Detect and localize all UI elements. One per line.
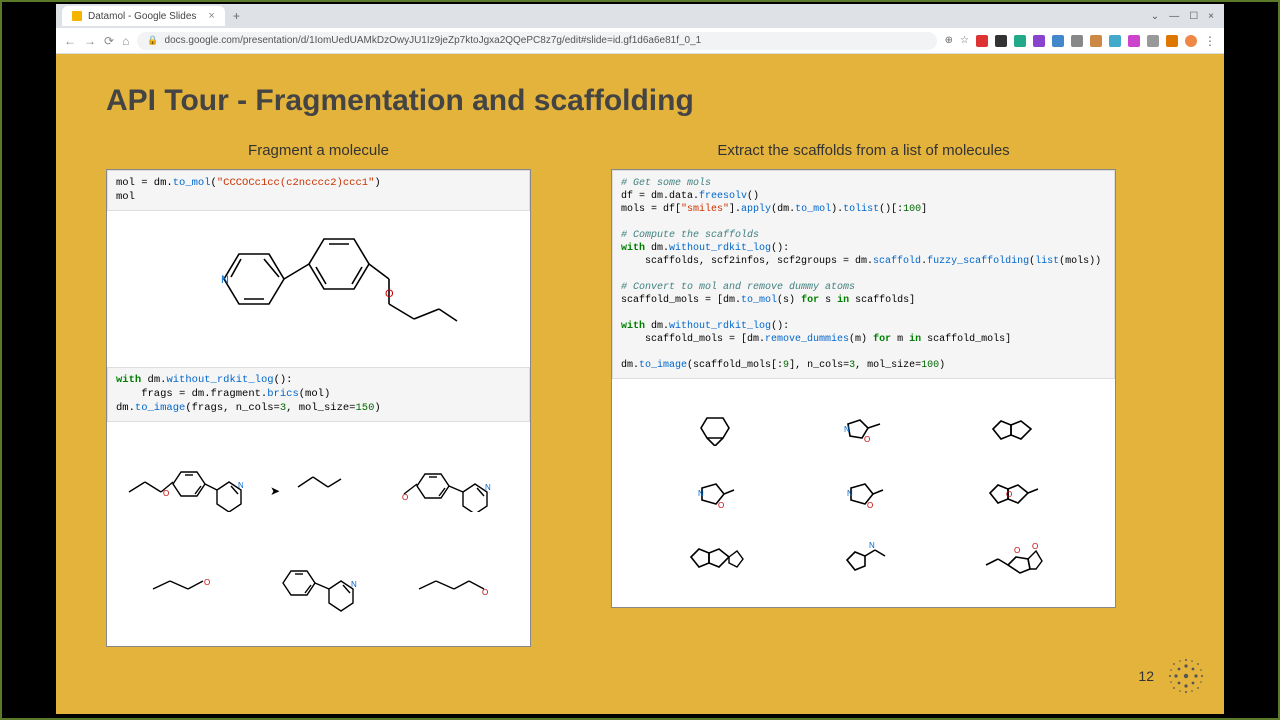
star-icon[interactable]: ☆ xyxy=(960,35,969,46)
browser-tab[interactable]: Datamol - Google Slides × xyxy=(62,6,225,26)
datamol-logo xyxy=(1166,656,1206,696)
ext-icon-3[interactable] xyxy=(1014,35,1026,47)
svg-text:N: N xyxy=(221,274,229,286)
svg-text:N: N xyxy=(869,541,875,550)
ext-icon-10[interactable] xyxy=(1147,35,1159,47)
scaffold-8: N xyxy=(791,527,936,587)
left-panel: mol = dm.to_mol("CCCOCc1cc(c2ncccc2)ccc1… xyxy=(106,169,531,647)
tab-bar: Datamol - Google Slides × + ⌄ — ☐ × xyxy=(56,4,1224,28)
menu-icon[interactable]: ⋮ xyxy=(1204,34,1216,48)
scaffold-5: NO xyxy=(791,463,936,523)
scaffold-grid: NO NO NO O N OO xyxy=(612,379,1115,607)
home-button[interactable]: ⌂ xyxy=(122,34,129,48)
svg-text:O: O xyxy=(867,501,873,508)
ext-icon-11[interactable] xyxy=(1166,35,1178,47)
right-panel: # Get some mols df = dm.data.freesolv() … xyxy=(611,169,1116,608)
ext-icon-9[interactable] xyxy=(1128,35,1140,47)
extension-icons: ⊕ ☆ ⋮ xyxy=(945,34,1216,48)
chevron-down-icon[interactable]: ⌄ xyxy=(1151,11,1159,22)
forward-button[interactable]: → xyxy=(84,34,96,48)
slide-canvas[interactable]: API Tour - Fragmentation and scaffolding… xyxy=(56,54,1224,714)
search-icon[interactable]: ⊕ xyxy=(945,35,953,46)
page-number: 12 xyxy=(1138,668,1154,684)
url-text: docs.google.com/presentation/d/1IomUedUA… xyxy=(165,35,702,46)
svg-text:N: N xyxy=(351,580,357,589)
scaffold-4: NO xyxy=(642,463,787,523)
ext-icon-4[interactable] xyxy=(1033,35,1045,47)
code-block-1: mol = dm.to_mol("CCCOCc1cc(c2ncccc2)ccc1… xyxy=(107,170,530,211)
minimize-icon[interactable]: — xyxy=(1169,11,1179,22)
content-columns: Fragment a molecule mol = dm.to_mol("CCC… xyxy=(106,142,1174,647)
ext-icon-8[interactable] xyxy=(1109,35,1121,47)
scaffold-2: NO xyxy=(791,399,936,459)
svg-text:O: O xyxy=(204,578,210,587)
svg-text:O: O xyxy=(163,489,169,498)
new-tab-button[interactable]: + xyxy=(233,9,240,23)
fragment-1: ON xyxy=(117,432,249,532)
svg-text:N: N xyxy=(844,425,850,434)
svg-text:O: O xyxy=(718,501,724,508)
browser-window: Datamol - Google Slides × + ⌄ — ☐ × ← → … xyxy=(56,4,1224,714)
fragment-6: O xyxy=(388,536,520,636)
code-block-2: with dm.without_rdkit_log(): frags = dm.… xyxy=(107,367,530,422)
svg-text:O: O xyxy=(1014,546,1020,555)
fragment-4: O xyxy=(117,536,249,636)
left-column: Fragment a molecule mol = dm.to_mol("CCC… xyxy=(106,142,531,647)
scaffold-7 xyxy=(642,527,787,587)
svg-text:O: O xyxy=(385,288,394,300)
fragment-5: N xyxy=(253,536,385,636)
window-controls: ⌄ — ☐ × xyxy=(1151,11,1224,22)
svg-text:O: O xyxy=(402,493,408,502)
back-button[interactable]: ← xyxy=(64,34,76,48)
slide-title: API Tour - Fragmentation and scaffolding xyxy=(106,84,1174,118)
ext-icon-1[interactable] xyxy=(976,35,988,47)
right-column: Extract the scaffolds from a list of mol… xyxy=(611,142,1116,647)
close-icon[interactable]: × xyxy=(208,10,214,22)
molecule-image: O N xyxy=(107,211,530,367)
svg-text:N: N xyxy=(847,489,853,498)
scaffold-6: O xyxy=(940,463,1085,523)
reload-button[interactable]: ⟳ xyxy=(104,34,114,48)
svg-text:N: N xyxy=(485,483,491,492)
fragment-3: ON xyxy=(388,432,520,532)
ext-icon-5[interactable] xyxy=(1052,35,1064,47)
svg-text:O: O xyxy=(864,435,870,444)
address-bar: ← → ⟳ ⌂ 🔒 docs.google.com/presentation/d… xyxy=(56,28,1224,54)
fragment-grid: ON ON O N xyxy=(107,422,530,646)
scaffold-3 xyxy=(940,399,1085,459)
right-heading: Extract the scaffolds from a list of mol… xyxy=(611,142,1116,159)
left-heading: Fragment a molecule xyxy=(106,142,531,159)
code-block-3: # Get some mols df = dm.data.freesolv() … xyxy=(612,170,1115,379)
url-input[interactable]: 🔒 docs.google.com/presentation/d/1IomUed… xyxy=(137,32,936,50)
svg-text:O: O xyxy=(482,588,488,597)
scaffold-1 xyxy=(642,399,787,459)
maximize-icon[interactable]: ☐ xyxy=(1189,11,1198,22)
fragment-2 xyxy=(253,432,385,532)
svg-text:N: N xyxy=(238,481,243,490)
ext-icon-7[interactable] xyxy=(1090,35,1102,47)
ext-icon-12[interactable] xyxy=(1185,35,1197,47)
ext-icon-2[interactable] xyxy=(995,35,1007,47)
svg-text:N: N xyxy=(698,489,704,498)
svg-text:O: O xyxy=(1032,542,1038,551)
scaffold-9: OO xyxy=(940,527,1085,587)
close-window-icon[interactable]: × xyxy=(1208,11,1214,22)
tab-title: Datamol - Google Slides xyxy=(88,11,196,22)
ext-icon-6[interactable] xyxy=(1071,35,1083,47)
svg-text:O: O xyxy=(1006,490,1012,499)
lock-icon: 🔒 xyxy=(147,35,158,46)
slides-favicon xyxy=(72,11,82,21)
